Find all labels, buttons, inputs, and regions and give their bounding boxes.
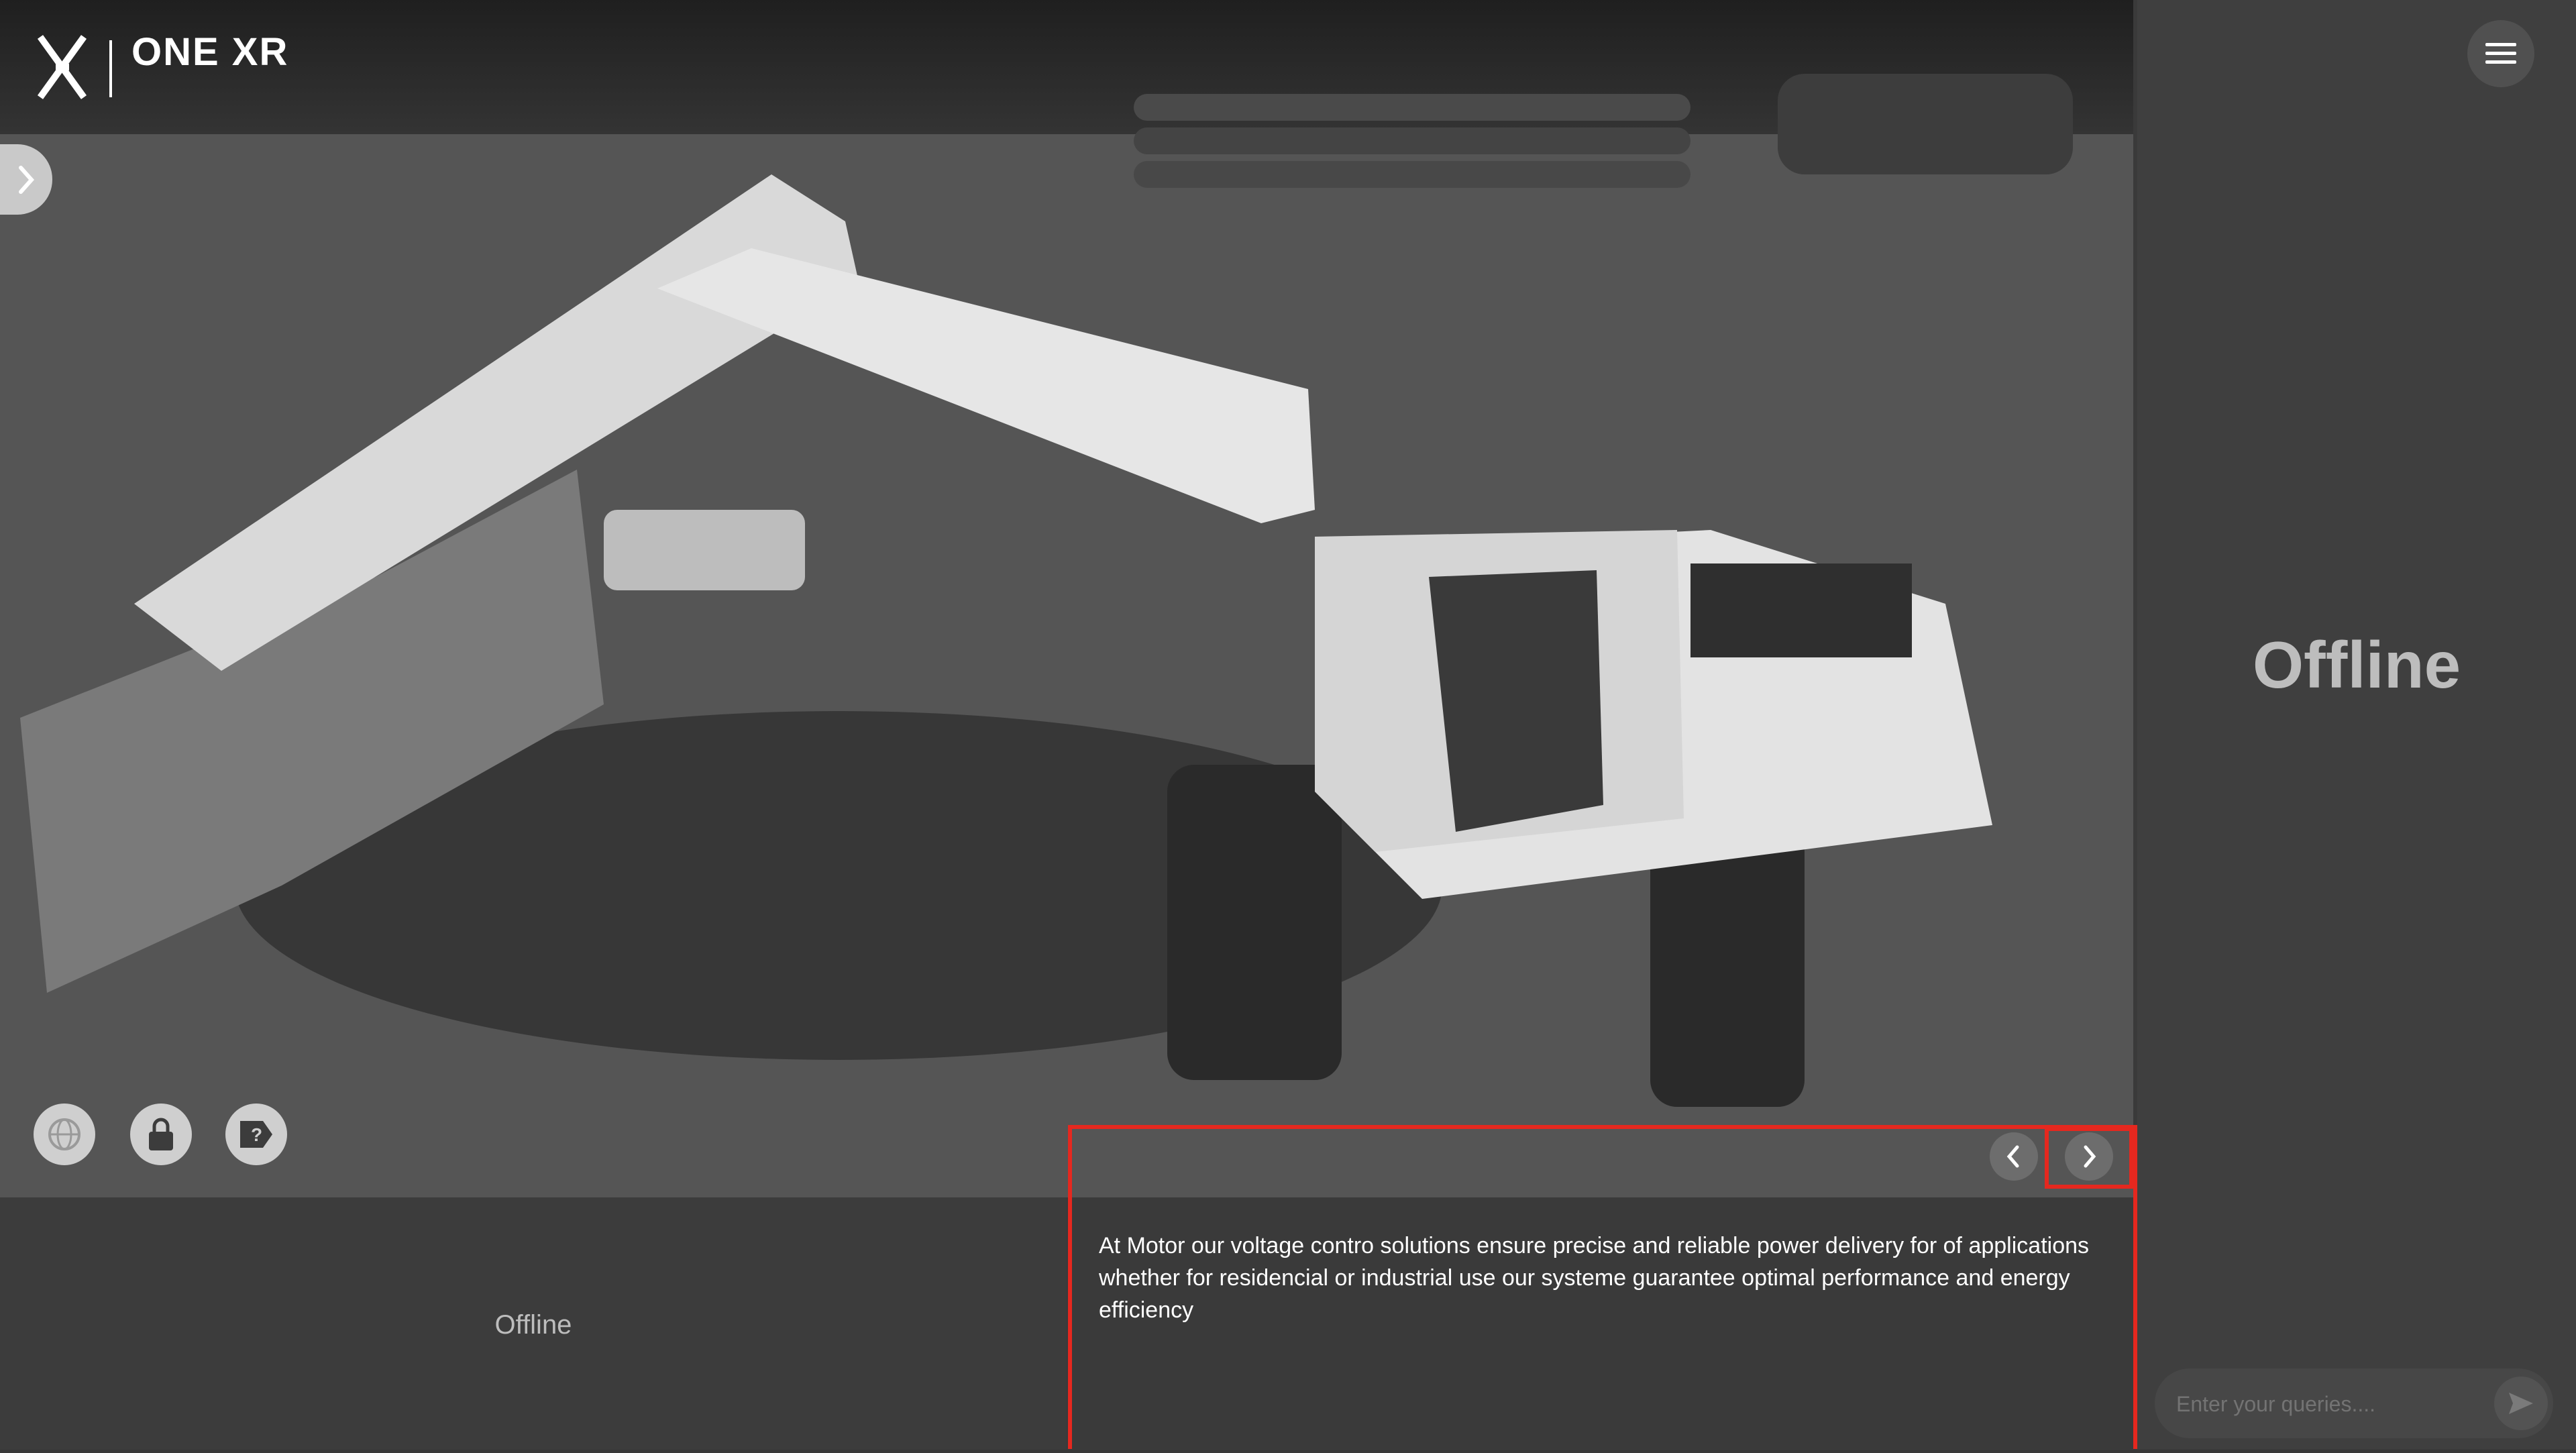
chevron-right-icon — [19, 165, 35, 194]
3d-viewport[interactable]: ONE XR ? — [0, 0, 2133, 1197]
send-button[interactable] — [2494, 1377, 2548, 1430]
chat-status-text: Offline — [2252, 628, 2461, 702]
description-text: At Motor our voltage contro solutions en… — [1099, 1233, 2090, 1323]
right-chat-panel — [2137, 0, 2576, 1449]
lock-icon — [149, 1118, 173, 1150]
help-tag-icon: ? — [240, 1121, 272, 1148]
globe-icon — [48, 1118, 80, 1150]
next-button-highlight — [2045, 1127, 2133, 1189]
description-panel-header — [1072, 1129, 2133, 1197]
send-icon — [2509, 1393, 2533, 1414]
query-input[interactable] — [2175, 1382, 2473, 1426]
brand-name: ONE XR — [131, 30, 289, 74]
description-panel: At Motor our voltage contro solutions en… — [1068, 1125, 2137, 1453]
previous-button[interactable] — [1990, 1132, 2038, 1181]
chevron-left-icon — [2006, 1145, 2019, 1168]
bottom-status-text: Offline — [494, 1310, 572, 1340]
globe-button[interactable] — [34, 1104, 95, 1165]
excavator-scene-image — [0, 0, 2133, 1197]
hamburger-menu-icon — [2485, 43, 2516, 64]
menu-button[interactable] — [2467, 20, 2534, 87]
help-tag-button[interactable]: ? — [225, 1104, 287, 1165]
svg-text:?: ? — [251, 1124, 262, 1145]
lock-button[interactable] — [130, 1104, 192, 1165]
